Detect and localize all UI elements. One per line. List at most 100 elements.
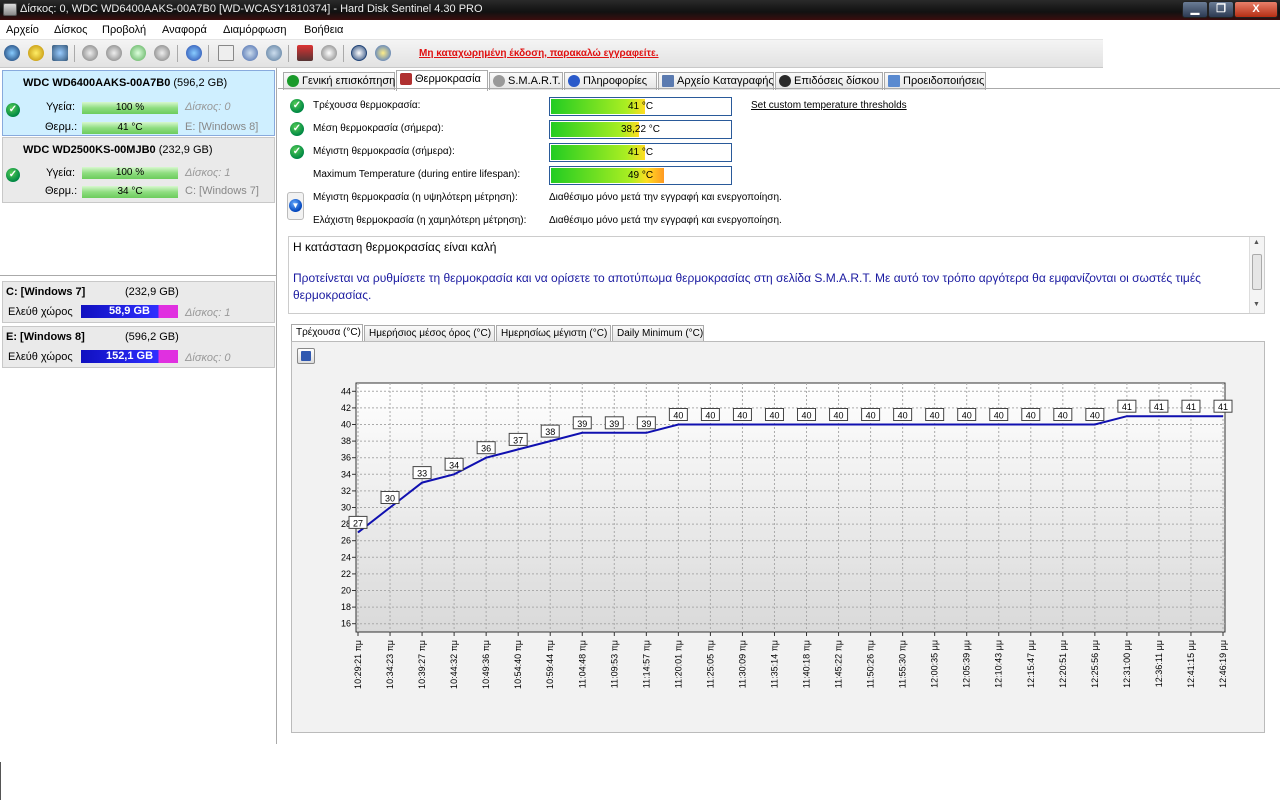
x-tick-label: 12:05:39 μμ — [962, 640, 972, 688]
x-tick-label: 12:00:35 μμ — [930, 640, 940, 688]
volume-name: E: [Windows 8] — [6, 331, 85, 343]
x-tick-label: 11:50:26 πμ — [866, 640, 876, 688]
x-tick-label: 11:25:05 πμ — [705, 640, 715, 688]
menu-disk[interactable]: Δίσκος — [54, 24, 87, 36]
scroll-down-icon[interactable]: ▼ — [1253, 301, 1260, 308]
x-tick-label: 12:31:00 μμ — [1122, 640, 1132, 688]
data-label: 40 — [802, 411, 812, 421]
volume-item-c[interactable]: C: [Windows 7] (232,9 GB) Ελεύθ χώρος 58… — [2, 281, 275, 323]
thermometer-icon — [400, 73, 412, 85]
warning-icon[interactable] — [26, 43, 46, 63]
x-tick-label: 12:41:15 μμ — [1186, 640, 1196, 688]
app-window: Δίσκος: 0, WDC WD6400AAKS-00A7B0 [WD-WCA… — [0, 0, 1280, 800]
x-tick-label: 11:04:48 πμ — [577, 640, 587, 688]
menu-configuration[interactable]: Διαμόρφωση — [223, 24, 287, 36]
data-label: 40 — [705, 411, 715, 421]
chart-tab-daily-max[interactable]: Ημερησίως μέγιστη (°C) — [496, 325, 611, 342]
data-label: 40 — [1026, 411, 1036, 421]
temp-max-lifespan-bar: 49 °C — [549, 166, 732, 185]
check-icon: ✓ — [290, 99, 304, 113]
toolbar: Μη καταχωρημένη έκδοση, παρακαλώ εγγραφε… — [0, 40, 1103, 68]
health-label: Υγεία: — [46, 101, 76, 113]
check-icon: ✓ — [6, 103, 20, 117]
menu-view[interactable]: Προβολή — [102, 24, 146, 36]
custom-thresholds-link[interactable]: Set custom temperature thresholds — [751, 100, 907, 111]
sync-icon[interactable] — [240, 43, 260, 63]
y-tick-label: 44 — [341, 386, 351, 396]
disk-tool-icon[interactable] — [80, 43, 100, 63]
disk-list-panel: WDC WD6400AAKS-00A7B0 (596,2 GB) ✓ Υγεία… — [0, 68, 277, 744]
x-tick-label: 10:29:21 πμ — [353, 640, 363, 689]
data-label: 40 — [898, 411, 908, 421]
temp-label: Θερμ.: — [45, 185, 78, 197]
volume-item-e[interactable]: E: [Windows 8] (596,2 GB) Ελεύθ χώρος 15… — [2, 326, 275, 368]
x-tick-label: 12:20:51 μμ — [1058, 640, 1068, 688]
x-tick-label: 12:46:19 μμ — [1218, 640, 1228, 688]
disk-ref: Δίσκος: 0 — [185, 101, 231, 113]
x-tick-label: 11:20:01 πμ — [673, 640, 683, 688]
close-button[interactable]: X — [1234, 1, 1278, 18]
menu-help[interactable]: Βοήθεια — [304, 24, 343, 36]
arrow-down-icon: ▼ — [289, 199, 302, 212]
title-bar: Δίσκος: 0, WDC WD6400AAKS-00A7B0 [WD-WCA… — [0, 0, 1280, 20]
data-label: 41 — [1122, 402, 1132, 412]
data-label: 39 — [577, 419, 587, 429]
menu-file[interactable]: Αρχείο — [6, 24, 39, 36]
temp-row-label: Τρέχουσα θερμοκρασία: — [313, 100, 421, 111]
scroll-thumb[interactable] — [1252, 254, 1262, 290]
x-tick-label: 10:59:44 πμ — [545, 640, 555, 689]
settings-icon[interactable] — [319, 43, 339, 63]
network-icon[interactable] — [264, 43, 284, 63]
chart-icon[interactable] — [295, 43, 315, 63]
maximize-button[interactable]: ❐ — [1208, 1, 1234, 18]
help-icon[interactable] — [349, 43, 369, 63]
volume-name: C: [Windows 7] — [6, 286, 86, 298]
volume-ref: C: [Windows 7] — [185, 185, 259, 197]
y-tick-label: 32 — [341, 486, 351, 496]
globe-icon[interactable] — [184, 43, 204, 63]
data-label: 36 — [481, 444, 491, 454]
temp-row-label: Μέγιστη θερμοκρασία (σήμερα): — [313, 146, 455, 157]
data-label: 39 — [641, 419, 651, 429]
y-tick-label: 30 — [341, 503, 351, 513]
document-icon[interactable] — [216, 43, 236, 63]
chart-tab-daily-average[interactable]: Ημερήσιος μέσος όρος (°C) — [364, 325, 495, 342]
disk-item-0[interactable]: WDC WD6400AAKS-00A7B0 (596,2 GB) ✓ Υγεία… — [2, 70, 275, 136]
registration-link[interactable]: Μη καταχωρημένη έκδοση, παρακαλώ εγγραφε… — [419, 48, 659, 59]
x-tick-label: 12:25:56 μμ — [1090, 640, 1100, 688]
menu-report[interactable]: Αναφορά — [162, 24, 207, 36]
x-tick-label: 11:35:14 πμ — [769, 640, 779, 688]
temp-row-label: Μέση θερμοκρασία (σήμερα): — [313, 123, 444, 134]
disk-tool-icon[interactable] — [128, 43, 148, 63]
health-bar: 100 % — [82, 167, 178, 179]
y-tick-label: 40 — [341, 420, 351, 430]
check-icon: ✓ — [290, 122, 304, 136]
disk-tool-icon[interactable] — [104, 43, 124, 63]
report-icon[interactable] — [50, 43, 70, 63]
data-label: 40 — [962, 411, 972, 421]
chart-tab-daily-min[interactable]: Daily Minimum (°C) — [612, 325, 704, 342]
minimize-button[interactable]: ▁ — [1182, 1, 1208, 18]
y-tick-label: 36 — [341, 453, 351, 463]
disk-item-1[interactable]: WDC WD2500KS-00MJB0 (232,9 GB) ✓ Υγεία: … — [2, 137, 275, 203]
data-label: 40 — [834, 411, 844, 421]
refresh-icon[interactable] — [2, 43, 22, 63]
x-tick-label: 10:39:27 πμ — [417, 640, 427, 689]
expand-button[interactable]: ▼ — [287, 192, 304, 220]
y-tick-label: 20 — [341, 586, 351, 596]
temp-max-today-bar: 41 °C — [549, 143, 732, 162]
info-icon[interactable] — [373, 43, 393, 63]
menu-bar: Αρχείο Δίσκος Προβολή Αναφορά Διαμόρφωση… — [0, 20, 1103, 40]
disk-size: (596,2 GB) — [173, 77, 228, 89]
status-box: Η κατάσταση θερμοκρασίας είναι καλή Προτ… — [288, 236, 1265, 314]
data-label: 40 — [1058, 411, 1068, 421]
status-scrollbar[interactable]: ▲ ▼ — [1249, 237, 1264, 313]
bottom-area — [0, 744, 1280, 800]
free-space-label: Ελεύθ χώρος — [8, 351, 73, 363]
data-label: 39 — [609, 419, 619, 429]
check-icon: ✓ — [290, 145, 304, 159]
gauge-icon — [779, 75, 791, 87]
scroll-up-icon[interactable]: ▲ — [1253, 239, 1260, 246]
disk-tool-icon[interactable] — [152, 43, 172, 63]
temp-row-label: Maximum Temperature (during entire lifes… — [313, 169, 521, 180]
